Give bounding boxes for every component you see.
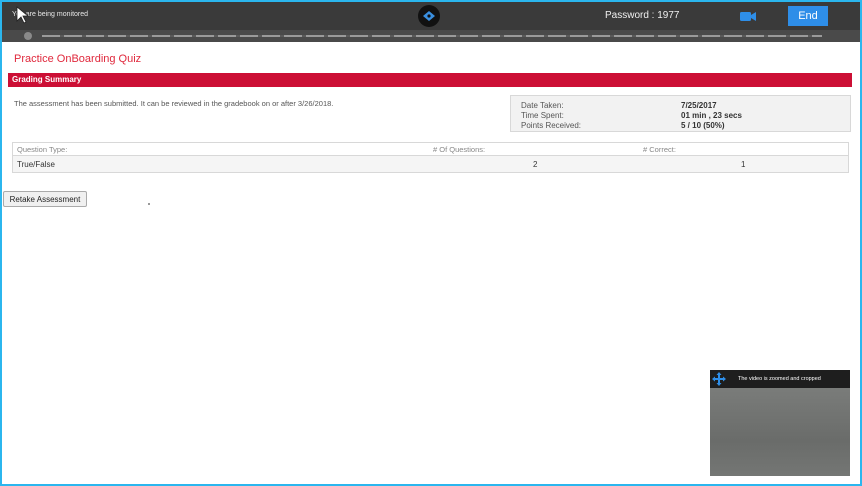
question-summary-table: Question Type: # Of Questions: # Correct…	[12, 142, 849, 173]
header-question-type: Question Type:	[17, 145, 68, 154]
date-taken-value: 7/25/2017	[681, 101, 717, 110]
reload-icon[interactable]	[24, 32, 32, 40]
video-zoom-message: The video is zoomed and cropped	[738, 376, 821, 382]
password-text: Password : 1977	[605, 10, 680, 21]
video-camera-icon[interactable]	[740, 11, 756, 22]
end-session-button[interactable]: End	[788, 6, 828, 26]
table-header: Question Type: # Of Questions: # Correct…	[13, 143, 848, 156]
table-row: True/False 2 1	[13, 156, 848, 172]
webcam-preview-panel[interactable]: The video is zoomed and cropped	[710, 370, 850, 476]
summary-box: Date Taken: 7/25/2017 Time Spent: 01 min…	[510, 95, 851, 132]
time-spent-value: 01 min , 23 secs	[681, 111, 742, 120]
header-num-questions: # Of Questions:	[433, 145, 486, 154]
blurred-url	[42, 35, 822, 37]
points-received-value: 5 / 10 (50%)	[681, 121, 725, 130]
quiz-title: Practice OnBoarding Quiz	[14, 53, 142, 65]
points-received-label: Points Received:	[521, 121, 582, 130]
submission-message: The assessment has been submitted. It ca…	[14, 99, 334, 108]
time-spent-label: Time Spent:	[521, 111, 564, 120]
retake-assessment-button[interactable]: Retake Assessment	[3, 191, 87, 207]
cell-num-questions: 2	[533, 160, 538, 169]
move-icon[interactable]	[712, 372, 726, 386]
grading-summary-header: Grading Summary	[8, 73, 852, 87]
cell-question-type: True/False	[17, 160, 55, 169]
header-num-correct: # Correct:	[643, 145, 676, 154]
video-panel-header[interactable]: The video is zoomed and cropped	[710, 370, 850, 388]
date-taken-label: Date Taken:	[521, 101, 564, 110]
mouse-cursor-icon	[16, 6, 30, 24]
monitoring-bar: You are being monitored Password : 1977 …	[2, 2, 860, 30]
stray-dot	[148, 203, 150, 205]
proctor-eye-icon[interactable]	[418, 5, 440, 27]
browser-url-bar	[2, 30, 860, 42]
cell-num-correct: 1	[741, 160, 746, 169]
webcam-feed	[710, 388, 850, 476]
